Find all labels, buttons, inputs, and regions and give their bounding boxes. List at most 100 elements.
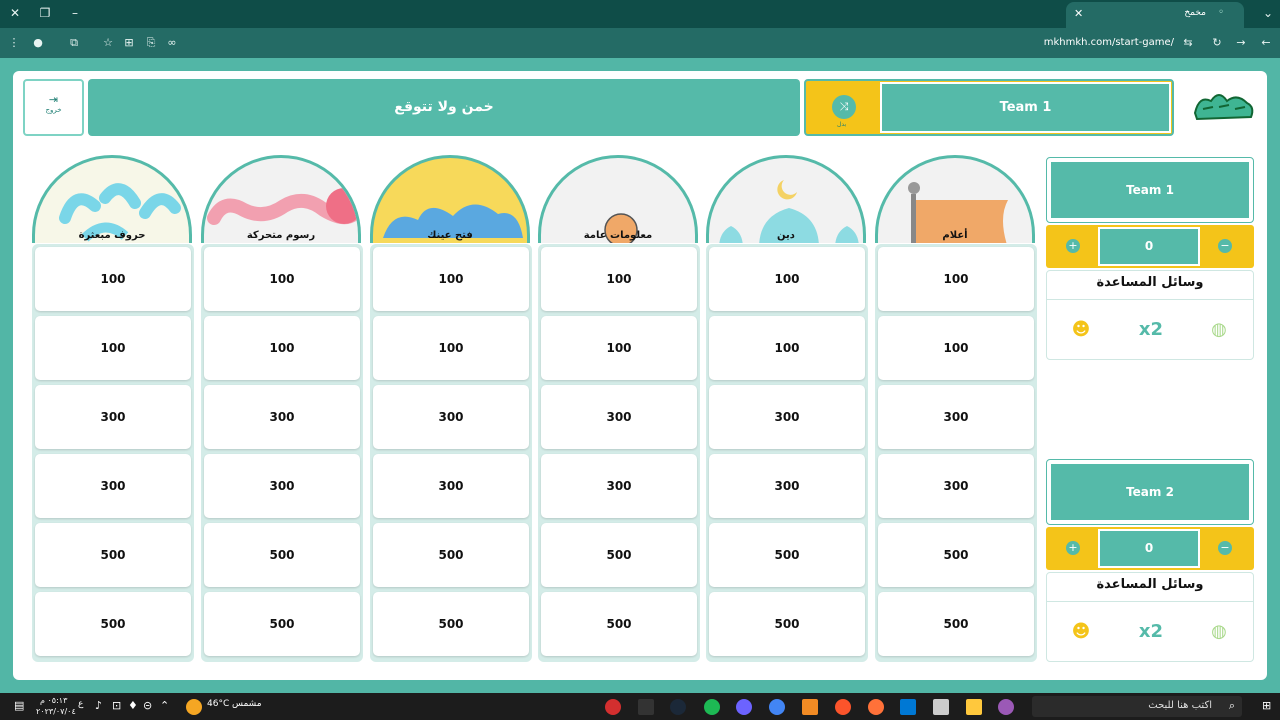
extensions-icon[interactable]: ⧉ <box>66 36 82 50</box>
question-cell[interactable]: 300 <box>35 385 191 449</box>
steam-icon[interactable] <box>670 699 686 715</box>
question-cell[interactable]: 300 <box>541 385 697 449</box>
restore-window-icon[interactable]: ❐ <box>37 6 53 20</box>
file-explorer-icon[interactable] <box>966 699 982 715</box>
question-cell[interactable]: 500 <box>373 592 529 656</box>
address-bar: ⋮ ● ⧉ ☆ ⊞ ⎘ ∞ mkhmkh.com/start-game/ ⇆ ↻… <box>0 28 1280 58</box>
question-cell[interactable]: 500 <box>204 523 360 587</box>
question-cell[interactable]: 100 <box>373 316 529 380</box>
time-help-icon[interactable]: ◍ <box>1185 602 1253 662</box>
browser-tab-bar: ✕ ❐ – + ✕ مخمخ ◦ ⌄ <box>0 0 1280 28</box>
game-board-app: ⇥ خروج خمن ولا تتوقع ⤨ بدل Team 1 حروف م… <box>13 71 1267 680</box>
category-religion[interactable]: دين <box>706 155 866 243</box>
tray-expand-icon[interactable]: ⌃ <box>160 699 169 712</box>
question-cell[interactable]: 300 <box>709 385 865 449</box>
bookmark-star-icon[interactable]: ☆ <box>100 36 116 49</box>
spotify-icon[interactable] <box>704 699 720 715</box>
question-cell[interactable]: 500 <box>878 523 1034 587</box>
team2-plus-button[interactable]: + <box>1066 541 1080 555</box>
profile-avatar-icon[interactable]: ● <box>30 36 46 49</box>
category-general-knowledge[interactable]: معلومات عامة <box>538 155 698 243</box>
browser-tab[interactable]: ✕ مخمخ ◦ <box>1066 2 1244 28</box>
epic-games-icon[interactable] <box>638 699 654 715</box>
question-cell[interactable]: 100 <box>373 247 529 311</box>
minimize-window-icon[interactable]: – <box>67 6 83 20</box>
copilot-icon[interactable] <box>998 699 1014 715</box>
call-friend-icon[interactable]: ☻ <box>1047 300 1115 360</box>
question-cell[interactable]: 100 <box>204 247 360 311</box>
sun-weather-icon <box>186 699 202 715</box>
outlook-icon[interactable] <box>900 699 916 715</box>
chrome-icon[interactable] <box>769 699 785 715</box>
language-indicator[interactable]: ع <box>78 699 83 709</box>
team2-minus-button[interactable]: − <box>1218 541 1232 555</box>
team2-helps: وسائل المساعدة ◍ x2 ☻ <box>1046 572 1254 662</box>
question-cell[interactable]: 300 <box>878 454 1034 518</box>
notifications-icon[interactable]: ▤ <box>14 699 24 712</box>
site-settings-icon[interactable]: ⇆ <box>1180 36 1196 49</box>
microphone-icon[interactable]: ♦ <box>128 699 138 712</box>
question-cell[interactable]: 100 <box>204 316 360 380</box>
translate-icon[interactable]: ⊞ <box>121 36 137 49</box>
question-cell[interactable]: 300 <box>204 385 360 449</box>
brave-icon[interactable] <box>835 699 851 715</box>
reload-icon[interactable]: ↻ <box>1209 36 1225 49</box>
app-icon[interactable] <box>802 699 818 715</box>
screenshot-icon[interactable]: ⎘ <box>143 36 159 50</box>
windows-store-icon[interactable] <box>933 699 949 715</box>
reader-icon[interactable]: ∞ <box>164 36 180 49</box>
question-cell[interactable]: 500 <box>709 592 865 656</box>
tab-close-icon[interactable]: ✕ <box>1074 7 1083 20</box>
question-cell[interactable]: 300 <box>878 385 1034 449</box>
category-cartoons[interactable]: رسوم متحركة <box>201 155 361 243</box>
question-cell[interactable]: 300 <box>541 454 697 518</box>
question-cell[interactable]: 300 <box>373 454 529 518</box>
question-cell[interactable]: 500 <box>541 523 697 587</box>
category-scrambled-letters[interactable]: حروف مبعثرة <box>32 155 192 243</box>
question-cell[interactable]: 300 <box>35 454 191 518</box>
question-cell[interactable]: 500 <box>878 592 1034 656</box>
start-windows-icon[interactable]: ⊞ <box>1262 699 1271 712</box>
category-flags[interactable]: أعلام <box>875 155 1035 243</box>
forward-icon[interactable]: → <box>1233 36 1249 49</box>
question-cell[interactable]: 500 <box>35 523 191 587</box>
double-points-icon[interactable]: x2 <box>1117 300 1185 360</box>
url-text[interactable]: mkhmkh.com/start-game/ <box>1044 37 1174 48</box>
app-icon[interactable] <box>736 699 752 715</box>
exit-button[interactable]: ⇥ خروج <box>23 79 84 136</box>
question-cell[interactable]: 500 <box>541 592 697 656</box>
time-help-icon[interactable]: ◍ <box>1185 300 1253 360</box>
question-cell[interactable]: 500 <box>709 523 865 587</box>
question-cell[interactable]: 500 <box>35 592 191 656</box>
question-cell[interactable]: 100 <box>878 247 1034 311</box>
question-cell[interactable]: 100 <box>709 247 865 311</box>
question-cell[interactable]: 300 <box>204 454 360 518</box>
question-cell[interactable]: 100 <box>878 316 1034 380</box>
back-icon[interactable]: ← <box>1258 36 1274 49</box>
close-window-icon[interactable]: ✕ <box>7 6 23 20</box>
app-icon[interactable] <box>605 699 621 715</box>
swap-turn-button[interactable]: ⤨ <box>832 95 856 119</box>
team1-plus-button[interactable]: + <box>1066 239 1080 253</box>
tab-search-icon[interactable]: ⌄ <box>1260 6 1276 20</box>
menu-dots-icon[interactable]: ⋮ <box>6 36 22 49</box>
question-cell[interactable]: 500 <box>373 523 529 587</box>
team1-minus-button[interactable]: − <box>1218 239 1232 253</box>
network-icon[interactable]: ⊡ <box>112 699 121 712</box>
weather-text: مشمس <box>232 699 262 709</box>
double-points-icon[interactable]: x2 <box>1117 602 1185 662</box>
volume-icon[interactable]: ♪ <box>95 699 102 712</box>
battery-icon[interactable]: ⊝ <box>143 699 152 712</box>
firefox-icon[interactable] <box>868 699 884 715</box>
question-cell[interactable]: 500 <box>204 592 360 656</box>
question-cell[interactable]: 100 <box>35 316 191 380</box>
taskbar-search[interactable]: اكتب هنا للبحث ⌕ <box>1032 696 1242 717</box>
question-cell[interactable]: 300 <box>709 454 865 518</box>
question-cell[interactable]: 100 <box>35 247 191 311</box>
category-open-your-eye[interactable]: فتح عينك <box>370 155 530 243</box>
question-cell[interactable]: 100 <box>541 247 697 311</box>
question-cell[interactable]: 100 <box>541 316 697 380</box>
question-cell[interactable]: 100 <box>709 316 865 380</box>
question-cell[interactable]: 300 <box>373 385 529 449</box>
call-friend-icon[interactable]: ☻ <box>1047 602 1115 662</box>
